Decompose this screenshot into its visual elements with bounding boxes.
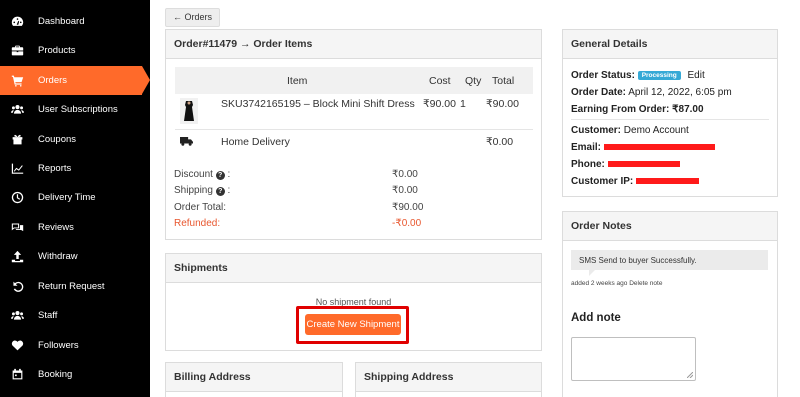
billing-address-title: Billing Address: [166, 363, 342, 392]
phone-line: Phone:: [571, 159, 680, 170]
sidebar-item-label: Delivery Time: [38, 192, 96, 203]
help-icon[interactable]: ?: [215, 187, 225, 196]
truck-icon: [180, 136, 193, 149]
undo-icon: [10, 280, 24, 294]
status-badge: Processing: [637, 70, 681, 80]
note-item: SMS Send to buyer Successfully.: [571, 250, 768, 276]
chart-icon: [10, 162, 24, 176]
sidebar-item-booking[interactable]: Booking: [0, 360, 150, 389]
sidebar-item-label: Orders: [38, 75, 68, 86]
delete-note-link[interactable]: Delete note: [629, 280, 662, 287]
sidebar-item-label: Reports: [38, 163, 72, 174]
shipping-label: Shipping ? :: [174, 185, 231, 196]
dress-image: [184, 101, 194, 121]
email-line: Email:: [571, 142, 715, 153]
sidebar-item-coupons[interactable]: Coupons: [0, 125, 150, 154]
dashboard-icon: [10, 15, 24, 29]
sidebar-item-reports[interactable]: Reports: [0, 154, 150, 183]
sidebar-item-dashboard[interactable]: Dashboard: [0, 7, 150, 36]
upload-icon: [10, 250, 24, 264]
calendar-icon: [10, 368, 24, 382]
order-items-title: Order#11479 → Order Items: [166, 30, 541, 59]
sidebar-item-withdraw[interactable]: Withdraw: [0, 242, 150, 271]
sidebar-item-label: Coupons: [38, 134, 77, 145]
note-meta: added 2 weeks ago Delete note: [571, 280, 663, 287]
briefcase-icon: [10, 44, 24, 58]
shipping-value: ₹0.00: [392, 185, 418, 196]
back-to-orders-link[interactable]: ← Orders: [165, 8, 221, 27]
redacted-phone: [607, 161, 680, 168]
column-header-cost: Cost: [429, 74, 451, 87]
create-new-shipment-button[interactable]: Create New Shipment: [305, 314, 401, 335]
sidebar: Dashboard Products Orders User Subscript…: [0, 0, 150, 397]
sidebar-item-products[interactable]: Products: [0, 36, 150, 65]
add-note-title: Add note: [571, 312, 621, 324]
note-text: SMS Send to buyer Successfully.: [579, 255, 697, 265]
table-header: Item Cost Qty Total: [175, 67, 533, 94]
sidebar-item-label: Withdraw: [38, 251, 78, 262]
clock-icon: [10, 191, 24, 205]
sidebar-item-label: User Subscriptions: [38, 104, 118, 115]
redacted-ip: [636, 178, 700, 185]
order-notes-title: Order Notes: [563, 212, 777, 241]
sidebar-item-return-request[interactable]: Return Request: [0, 272, 150, 301]
sidebar-item-staff[interactable]: Staff: [0, 301, 150, 330]
discount-value: ₹0.00: [392, 169, 418, 180]
customer-line: Customer: Demo Account: [571, 125, 689, 136]
item-qty: 1: [460, 98, 466, 110]
column-header-qty: Qty: [465, 74, 482, 87]
item-cost: ₹90.00: [423, 98, 456, 110]
shipping-address-panel: Shipping Address: [355, 362, 542, 397]
sidebar-item-label: Followers: [38, 340, 79, 351]
sidebar-item-reviews[interactable]: Reviews: [0, 213, 150, 242]
sidebar-item-user-subscriptions[interactable]: User Subscriptions: [0, 95, 150, 124]
resize-handle-icon[interactable]: [687, 372, 693, 378]
sidebar-item-label: Dashboard: [38, 16, 85, 27]
edit-status-link[interactable]: Edit: [688, 70, 705, 81]
item-total: ₹90.00: [486, 98, 519, 110]
discount-label: Discount ? :: [174, 169, 231, 180]
earning-line: Earning From Order: ₹87.00: [571, 104, 704, 115]
help-icon[interactable]: ?: [215, 171, 225, 180]
users-icon: [10, 309, 24, 323]
users-icon: [10, 103, 24, 117]
sidebar-item-label: Reviews: [38, 222, 74, 233]
order-date-line: Order Date: April 12, 2022, 6:05 pm: [571, 87, 732, 98]
refunded-label: Refunded:: [174, 218, 221, 229]
order-notes-panel: Order Notes SMS Send to buyer Successful…: [562, 211, 778, 397]
gift-icon: [10, 133, 24, 147]
order-status-line: Order Status: Processing Edit: [571, 70, 705, 81]
sidebar-item-label: Booking: [38, 369, 73, 380]
comments-icon: [10, 221, 24, 235]
sidebar-item-label: Products: [38, 45, 76, 56]
sidebar-item-followers[interactable]: Followers: [0, 331, 150, 360]
billing-address-panel: Billing Address: [165, 362, 343, 397]
order-items-panel: Order#11479 → Order Items Item Cost Qty …: [165, 29, 542, 240]
general-details-title: General Details: [563, 30, 777, 59]
column-header-total: Total: [492, 74, 515, 87]
refunded-value: -₹0.00: [392, 218, 422, 229]
item-name-link[interactable]: SKU3742165195 – Block Mini Shift Dress: [221, 98, 415, 110]
column-header-item: Item: [287, 74, 308, 87]
heart-icon: [10, 339, 24, 353]
sidebar-item-delivery-time[interactable]: Delivery Time: [0, 183, 150, 212]
sidebar-item-orders[interactable]: Orders: [0, 66, 150, 95]
shipments-title: Shipments: [166, 254, 541, 283]
divider: [571, 119, 769, 120]
sidebar-item-label: Return Request: [38, 281, 105, 292]
note-textarea[interactable]: [571, 337, 696, 381]
sidebar-item-label: Staff: [38, 310, 58, 321]
customer-ip-line: Customer IP:: [571, 176, 700, 187]
shipping-total: ₹0.00: [486, 136, 514, 148]
order-total-label: Order Total:: [174, 202, 227, 213]
general-details-panel: General Details Order Status: Processing…: [562, 29, 778, 197]
redacted-email: [603, 144, 715, 151]
shipping-address-title: Shipping Address: [356, 363, 541, 392]
order-items-table: Item Cost Qty Total: [175, 67, 533, 94]
product-thumbnail[interactable]: [180, 98, 198, 124]
row-divider: [175, 129, 533, 130]
cart-icon: [10, 74, 24, 88]
order-total-value: ₹90.00: [392, 202, 424, 213]
shipping-method: Home Delivery: [221, 136, 290, 148]
